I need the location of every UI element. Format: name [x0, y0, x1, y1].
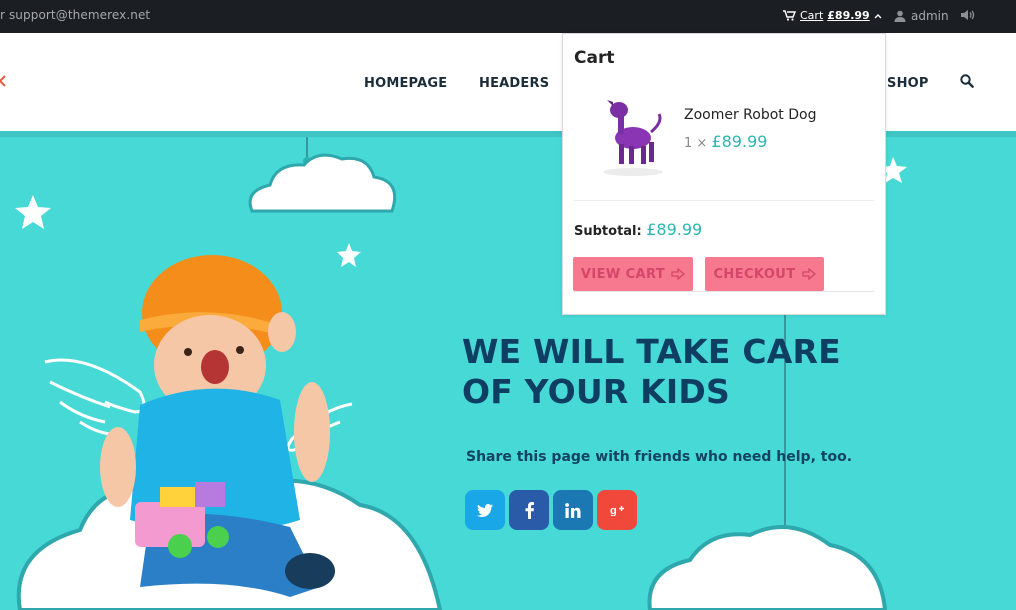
cart-label: Cart: [800, 9, 824, 22]
cart-toggle[interactable]: Cart £89.99: [783, 9, 882, 22]
product-quantity-line: 1 × £89.99: [684, 132, 767, 151]
nav-homepage[interactable]: HOMEPAGE: [364, 76, 447, 91]
google-plus-button[interactable]: g: [597, 490, 637, 530]
chevron-up-icon: [874, 13, 882, 18]
product-price: £89.99: [711, 132, 768, 151]
linkedin-button[interactable]: [553, 490, 593, 530]
cart-subtotal: Subtotal: £89.99: [574, 220, 702, 239]
product-name[interactable]: Zoomer Robot Dog: [684, 107, 816, 123]
product-quantity: 1 ×: [684, 136, 708, 151]
cart-icon: [783, 10, 796, 21]
user-icon: [894, 10, 906, 22]
hero-headline: WE WILL TAKE CARE OF YOUR KIDS: [462, 332, 841, 412]
linkedin-icon: [565, 502, 581, 518]
arrow-right-icon: [801, 268, 816, 280]
user-name: admin: [911, 9, 949, 23]
google-plus-icon: g: [610, 505, 624, 516]
user-account[interactable]: admin: [894, 9, 949, 23]
hero-headline-line-2: OF YOUR KIDS: [462, 372, 730, 411]
product-thumbnail[interactable]: [591, 96, 671, 178]
logo[interactable]: [0, 75, 6, 87]
top-bar: r support@themerex.net Cart £89.99 admin: [0, 0, 1016, 33]
view-cart-button[interactable]: VIEW CART: [573, 257, 693, 291]
hero-headline-line-1: WE WILL TAKE CARE: [462, 332, 841, 371]
search-icon[interactable]: [960, 74, 974, 88]
cart-title: Cart: [574, 48, 615, 68]
cloud-top: [248, 153, 397, 213]
cart-divider: [574, 200, 874, 201]
support-email[interactable]: r support@themerex.net: [0, 8, 150, 22]
cart-dropdown: Cart Zoomer Robot Dog 1 × £89.99 Subtota…: [562, 33, 886, 315]
twitter-icon: [477, 503, 493, 517]
view-cart-label: VIEW CART: [580, 266, 666, 282]
checkout-button[interactable]: CHECKOUT: [705, 257, 824, 291]
checkout-label: CHECKOUT: [713, 266, 796, 282]
arrow-right-icon: [671, 268, 686, 280]
nav-shop[interactable]: SHOP: [887, 76, 929, 91]
cart-amount: £89.99: [827, 9, 870, 22]
nav-headers[interactable]: HEADERS: [479, 76, 549, 91]
facebook-icon: [525, 501, 534, 519]
subtotal-label: Subtotal:: [574, 224, 642, 239]
svg-text:g: g: [610, 505, 617, 516]
subtotal-value: £89.99: [646, 220, 703, 239]
twitter-button[interactable]: [465, 490, 505, 530]
facebook-button[interactable]: [509, 490, 549, 530]
speaker-icon[interactable]: [961, 9, 975, 21]
share-text: Share this page with friends who need he…: [466, 449, 853, 465]
cart-bottom-divider: [574, 291, 874, 292]
